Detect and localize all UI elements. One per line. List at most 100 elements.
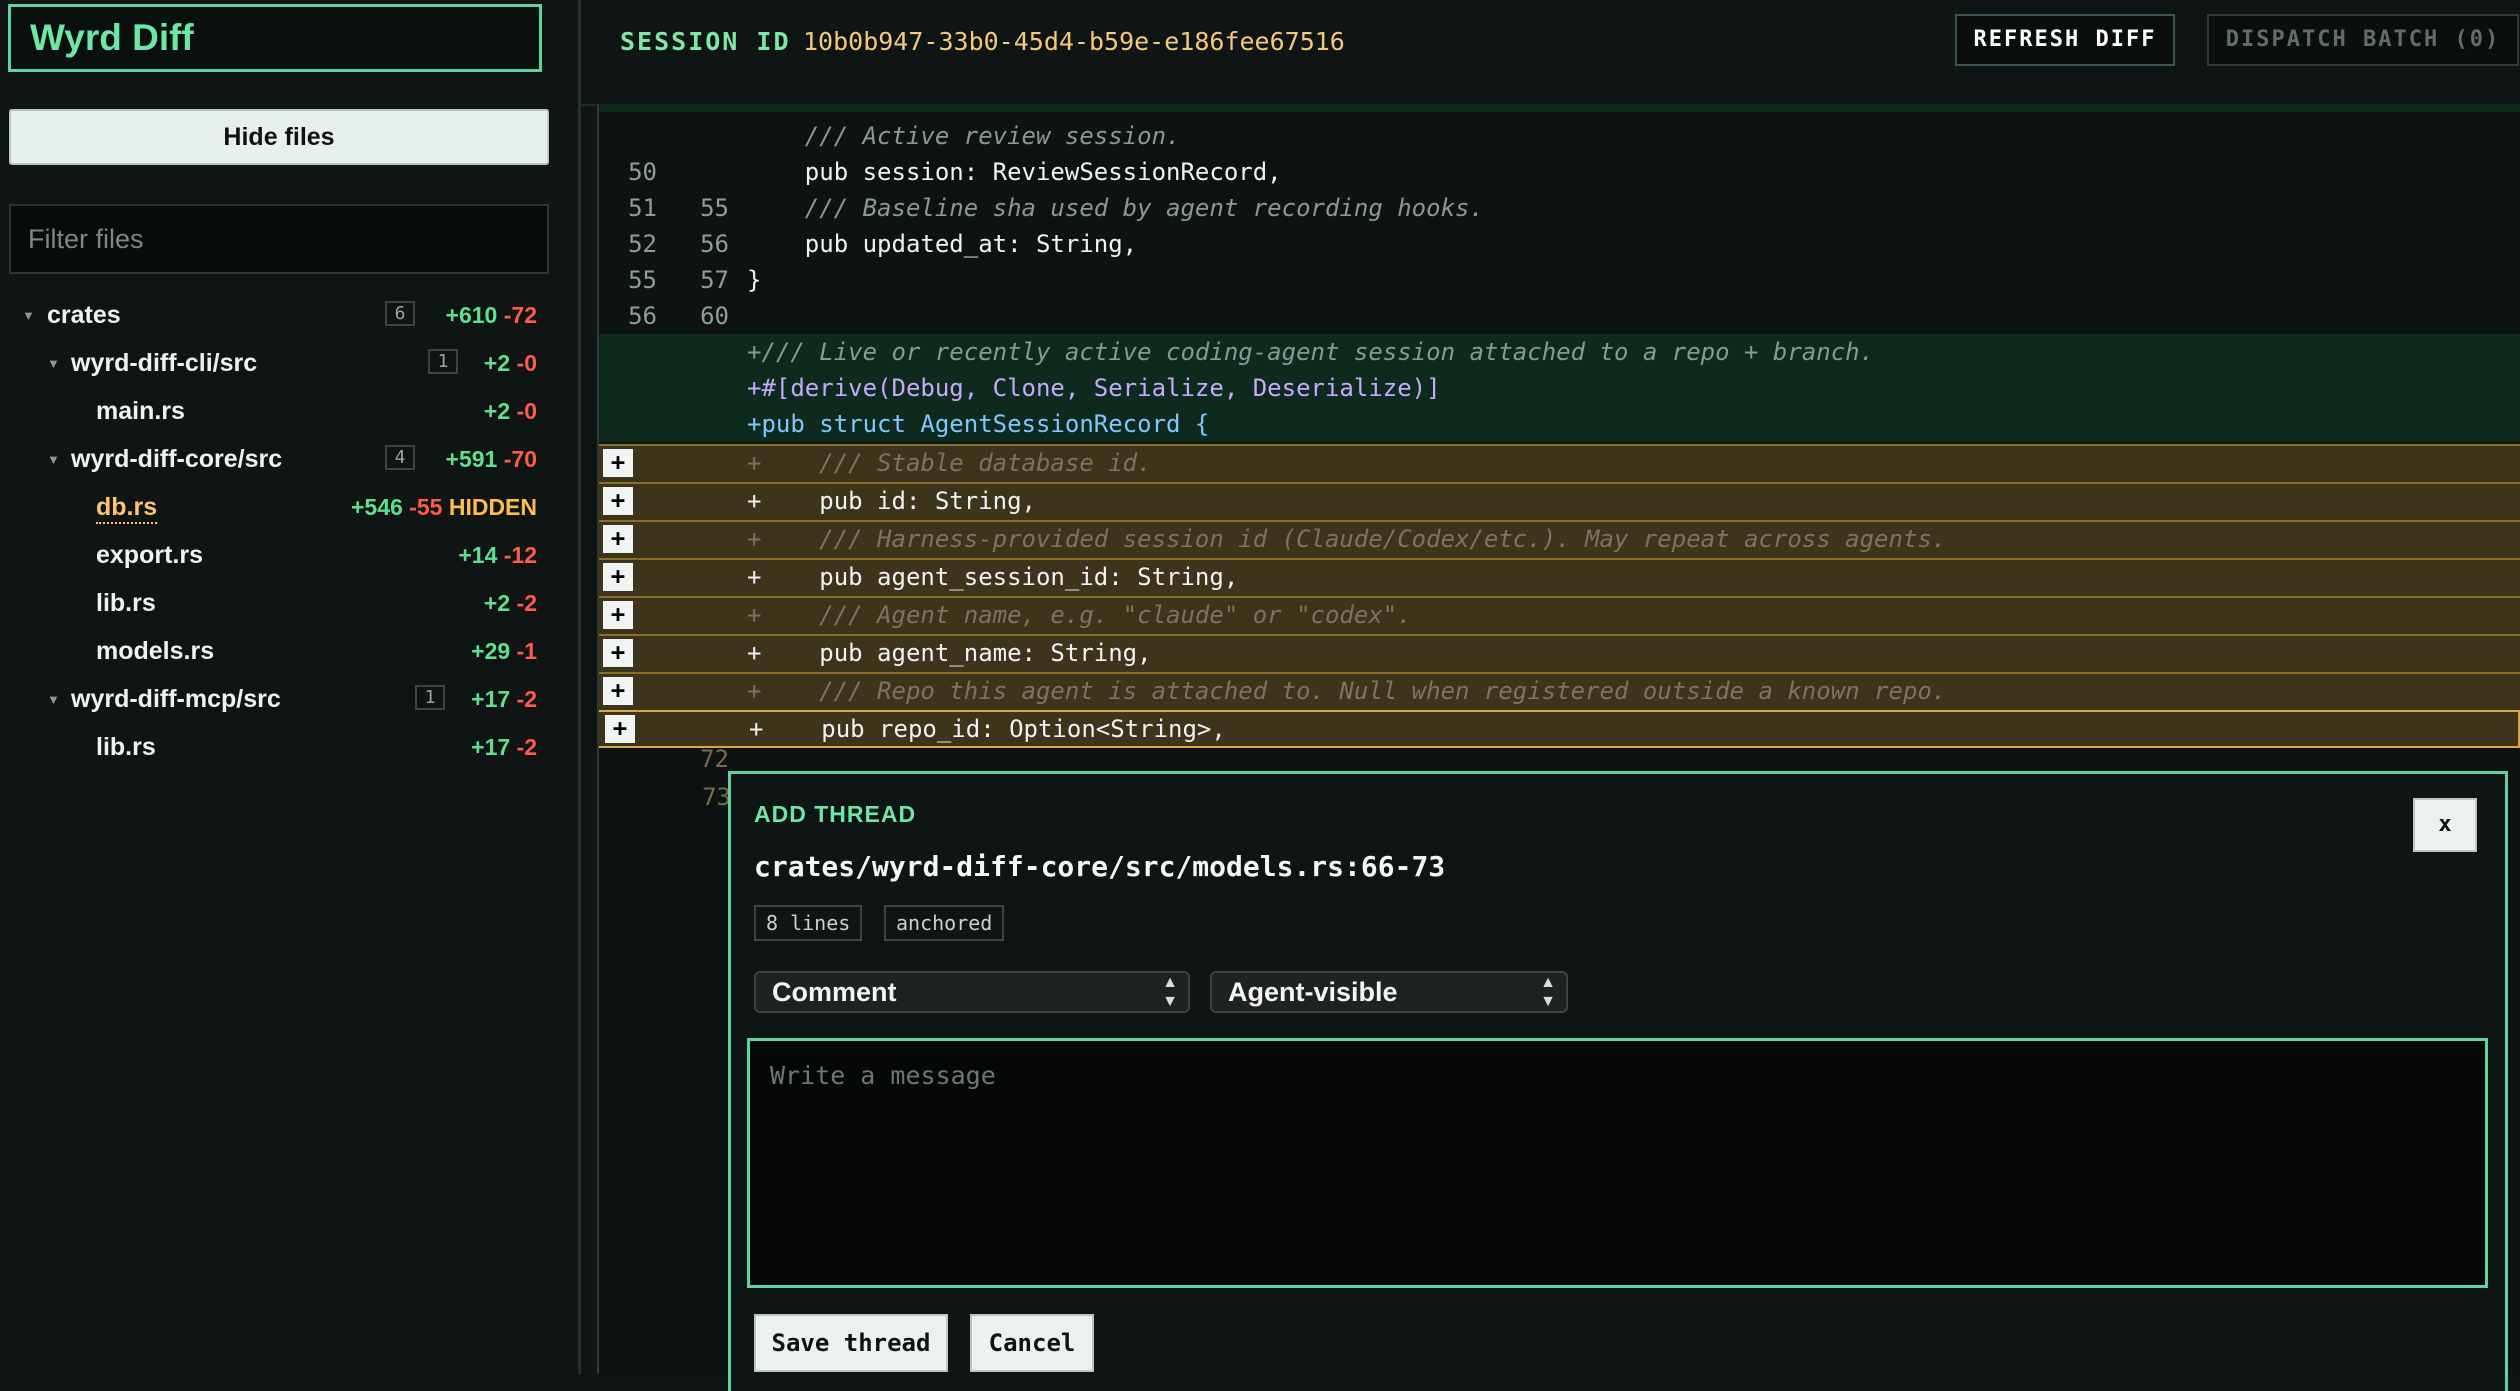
code-text: +#[derive(Debug, Clone, Serialize, Deser… xyxy=(747,374,1441,402)
file-sidebar: Wyrd Diff Hide files ▼ crates 6 +610 -72… xyxy=(0,0,578,1374)
add-comment-button[interactable]: + xyxy=(603,563,633,591)
diff-line: 52 57 /// Baseline sha used by agent rec… xyxy=(597,190,2520,294)
diff-line-added: 65 +pub struct AgentSessionRecord { xyxy=(597,406,2520,474)
code-text: /// Active review session. xyxy=(747,122,1181,150)
change-stats: +591 -70 xyxy=(445,446,537,472)
thread-type-select[interactable]: Comment ▲ ▼ xyxy=(754,971,1190,1013)
thread-panel-title: ADD THREAD xyxy=(754,801,917,827)
tree-file-lib-rs[interactable]: lib.rs +2 -2 xyxy=(0,580,560,628)
tree-folder-wyrd-diff-mcp[interactable]: ▼ wyrd-diff-mcp/src 1 +17 -2 xyxy=(0,676,560,724)
add-comment-button[interactable]: + xyxy=(603,487,633,515)
top-bar: SESSION ID 10b0b947-33b0-45d4-b59e-e186f… xyxy=(581,0,2520,106)
change-stats: +2 -0 xyxy=(483,350,537,376)
change-stats: +546 -55 HIDDEN xyxy=(350,494,537,520)
thread-type-value: Comment xyxy=(772,977,897,1007)
session-id-value: 10b0b947-33b0-45d4-b59e-e186fee67516 xyxy=(803,27,1345,56)
session-id-label: SESSION ID xyxy=(620,27,791,56)
tree-file-main-rs[interactable]: main.rs +2 -0 xyxy=(0,388,560,436)
code-text: + /// Harness-provided session id (Claud… xyxy=(747,525,1947,553)
select-arrows-icon: ▲ ▼ xyxy=(1162,974,1178,1010)
add-comment-button[interactable]: + xyxy=(603,677,633,705)
tree-file-name: db.rs xyxy=(96,493,158,524)
thread-file-path: crates/wyrd-diff-core/src/models.rs:66-7… xyxy=(754,850,1446,883)
code-text: pub updated_at: String, xyxy=(747,230,1138,258)
code-text: /// Baseline sha used by agent recording… xyxy=(747,194,1484,222)
new-line-number: 73 xyxy=(702,783,731,811)
tree-file-name: export.rs xyxy=(96,541,203,569)
tree-file-export-rs[interactable]: export.rs +14 -12 xyxy=(0,532,560,580)
code-text: pub session: ReviewSessionRecord, xyxy=(747,158,1282,186)
file-count-badge: 1 xyxy=(428,349,458,374)
tree-file-mcp-lib-rs[interactable]: lib.rs +17 -2 xyxy=(0,724,560,772)
diff-line-selected[interactable]: + 70 + /// Agent name, e.g. "claude" or … xyxy=(597,596,2520,697)
code-text: + pub agent_session_id: String, xyxy=(747,563,1239,591)
code-text: + /// Repo this agent is attached to. Nu… xyxy=(747,677,1947,705)
diff-line-selected[interactable]: + 68 + /// Harness-provided session id (… xyxy=(597,520,2520,621)
add-comment-button[interactable]: + xyxy=(603,639,633,667)
message-textarea[interactable] xyxy=(747,1038,2488,1288)
diff-line-selected[interactable]: + 67 + pub id: String, xyxy=(597,482,2520,583)
change-stats: +2 -0 xyxy=(483,398,537,424)
save-thread-button[interactable]: Save thread xyxy=(754,1314,948,1372)
code-text: + pub repo_id: Option<String>, xyxy=(749,715,1226,743)
tree-folder-name: wyrd-diff-core/src xyxy=(71,445,283,473)
code-text: + pub id: String, xyxy=(747,487,1036,515)
add-comment-button[interactable]: + xyxy=(603,601,633,629)
diff-line-added: 64 +#[derive(Debug, Clone, Serialize, De… xyxy=(597,370,2520,438)
line-count-chip: 8 lines xyxy=(754,905,863,941)
diff-line-selected[interactable]: + 66 + /// Stable database id. xyxy=(597,444,2520,545)
code-text: } xyxy=(747,266,762,294)
change-stats: +17 -2 xyxy=(471,686,537,712)
tree-folder-name: wyrd-diff-cli/src xyxy=(71,349,258,377)
tree-file-name: lib.rs xyxy=(96,589,156,617)
diff-line: 51 56 pub session: ReviewSessionRecord, xyxy=(597,154,2520,258)
diff-border xyxy=(597,104,599,1374)
diff-line: 50 55 /// Active review session. xyxy=(597,118,2520,222)
diff-line-selected[interactable]: + 69 + pub agent_session_id: String, xyxy=(597,558,2520,659)
file-count-badge: 6 xyxy=(385,301,415,326)
filter-files-input[interactable] xyxy=(9,204,549,274)
select-arrows-icon: ▲ ▼ xyxy=(1540,974,1556,1010)
cancel-button[interactable]: Cancel xyxy=(970,1314,1094,1372)
change-stats: +14 -12 xyxy=(458,542,537,568)
tree-folder-name: wyrd-diff-mcp/src xyxy=(71,685,281,713)
visibility-select[interactable]: Agent-visible ▲ ▼ xyxy=(1210,971,1568,1013)
hidden-tag: HIDDEN xyxy=(448,494,537,520)
add-comment-button[interactable]: + xyxy=(603,525,633,553)
tree-folder-name: crates xyxy=(47,301,121,329)
code-text: +/// Live or recently active coding-agen… xyxy=(747,338,1875,366)
file-count-badge: 1 xyxy=(415,685,445,710)
chevron-down-icon: ▼ xyxy=(47,452,60,467)
code-text: + /// Agent name, e.g. "claude" or "code… xyxy=(747,601,1412,629)
file-count-badge: 4 xyxy=(385,445,415,470)
change-stats: +2 -2 xyxy=(483,590,537,616)
tree-folder-crates[interactable]: ▼ crates 6 +610 -72 xyxy=(0,292,560,340)
hide-files-button[interactable]: Hide files xyxy=(9,109,549,165)
chevron-down-icon: ▼ xyxy=(22,308,35,323)
diff-line: 56 61 } xyxy=(597,262,2520,366)
close-thread-button[interactable]: x xyxy=(2413,798,2477,852)
diff-line-selected[interactable]: + 71 + pub agent_name: String, xyxy=(597,634,2520,735)
tree-file-name: models.rs xyxy=(96,637,215,665)
dispatch-batch-button[interactable]: DISPATCH BATCH (0) xyxy=(2207,14,2519,66)
diff-line-partial xyxy=(597,104,2520,112)
anchor-status-chip: anchored xyxy=(884,905,1005,941)
diff-line-selected[interactable]: + 73 + pub repo_id: Option<String>, xyxy=(597,710,2520,811)
code-text: +pub struct AgentSessionRecord { xyxy=(747,410,1210,438)
tree-file-name: main.rs xyxy=(96,397,185,425)
add-comment-button[interactable]: + xyxy=(603,449,633,477)
diff-line-selected[interactable]: + 72 + /// Repo this agent is attached t… xyxy=(597,672,2520,773)
diff-line-added: 63 +/// Live or recently active coding-a… xyxy=(597,334,2520,402)
tree-folder-wyrd-diff-cli[interactable]: ▼ wyrd-diff-cli/src 1 +2 -0 xyxy=(0,340,560,388)
code-text: + pub agent_name: String, xyxy=(747,639,1152,667)
diff-line: 55 60 pub updated_at: String, xyxy=(597,226,2520,330)
add-comment-button[interactable]: + xyxy=(605,715,635,743)
tree-file-models-rs[interactable]: models.rs +29 -1 xyxy=(0,628,560,676)
change-stats: +29 -1 xyxy=(471,638,537,664)
tree-file-db-rs[interactable]: db.rs +546 -55 HIDDEN xyxy=(0,484,560,532)
sidebar-resize-handle[interactable] xyxy=(578,0,581,1374)
refresh-diff-button[interactable]: REFRESH DIFF xyxy=(1955,14,2175,66)
visibility-value: Agent-visible xyxy=(1228,977,1398,1007)
tree-folder-wyrd-diff-core[interactable]: ▼ wyrd-diff-core/src 4 +591 -70 xyxy=(0,436,560,484)
app-title: Wyrd Diff xyxy=(8,4,542,72)
